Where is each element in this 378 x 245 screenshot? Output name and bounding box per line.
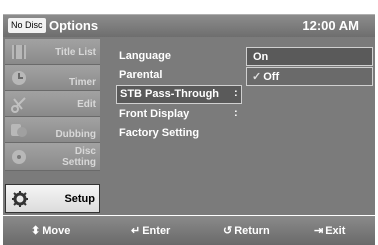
updown-arrow-icon: ⬍ [31, 225, 41, 237]
sidebar-item-label: Disc Setting [62, 146, 96, 168]
exit-hint: ⇥ Exit [314, 225, 346, 237]
sidebar: Title List Timer Edit Dubbing Disc Setti… [5, 39, 100, 213]
sidebar-item-setup[interactable]: Setup [5, 184, 100, 213]
sidebar-item-timer[interactable]: Timer [5, 65, 100, 91]
option-label: On [253, 51, 269, 63]
scissors-icon [10, 95, 28, 113]
enter-icon: ↵ [131, 225, 141, 237]
film-icon [10, 43, 28, 61]
disc-icon [10, 148, 28, 166]
option-label: Off [263, 71, 280, 83]
option-off[interactable]: ✓ Off [246, 67, 373, 86]
option-on[interactable]: On [246, 47, 373, 66]
enter-hint: ↵ Enter [131, 225, 171, 237]
sidebar-item-title-list[interactable]: Title List [5, 39, 100, 65]
sidebar-item-disc-setting[interactable]: Disc Setting [5, 143, 100, 171]
sidebar-item-label: Dubbing [55, 129, 96, 140]
sidebar-item-dubbing[interactable]: Dubbing [5, 117, 100, 143]
menu-item-factory-setting[interactable]: Factory Setting [116, 124, 356, 143]
check-icon: ✓ [252, 71, 262, 83]
sidebar-item-label: Edit [77, 99, 96, 110]
return-icon: ↺ [223, 225, 233, 237]
move-hint: ⬍ Move [31, 225, 71, 237]
stb-pass-through-options: On ✓ Off [246, 47, 373, 87]
title-bar: No Disc Options 12:00 AM [3, 14, 375, 37]
menu-item-stb-pass-through[interactable]: STB Pass-Through [116, 85, 242, 104]
disc-status-badge: No Disc [8, 18, 46, 33]
dubbing-icon [10, 121, 28, 139]
separator: : [234, 107, 238, 119]
clock-display: 12:00 AM [302, 18, 359, 33]
clock-icon [10, 69, 28, 87]
page-title: Options [49, 18, 99, 33]
separator: : [234, 87, 238, 99]
sidebar-item-label: Setup [64, 193, 95, 205]
sidebar-item-label: Timer [68, 77, 96, 88]
exit-icon: ⇥ [314, 225, 324, 237]
options-screen: No Disc Options 12:00 AM Title List Time… [0, 0, 378, 245]
key-guide-bar: ⬍ Move ↵ Enter ↺ Return ⇥ Exit [3, 216, 375, 245]
sidebar-item-edit[interactable]: Edit [5, 91, 100, 117]
sidebar-item-label: Title List [55, 47, 96, 58]
return-hint: ↺ Return [223, 225, 270, 237]
gear-icon [11, 190, 29, 208]
